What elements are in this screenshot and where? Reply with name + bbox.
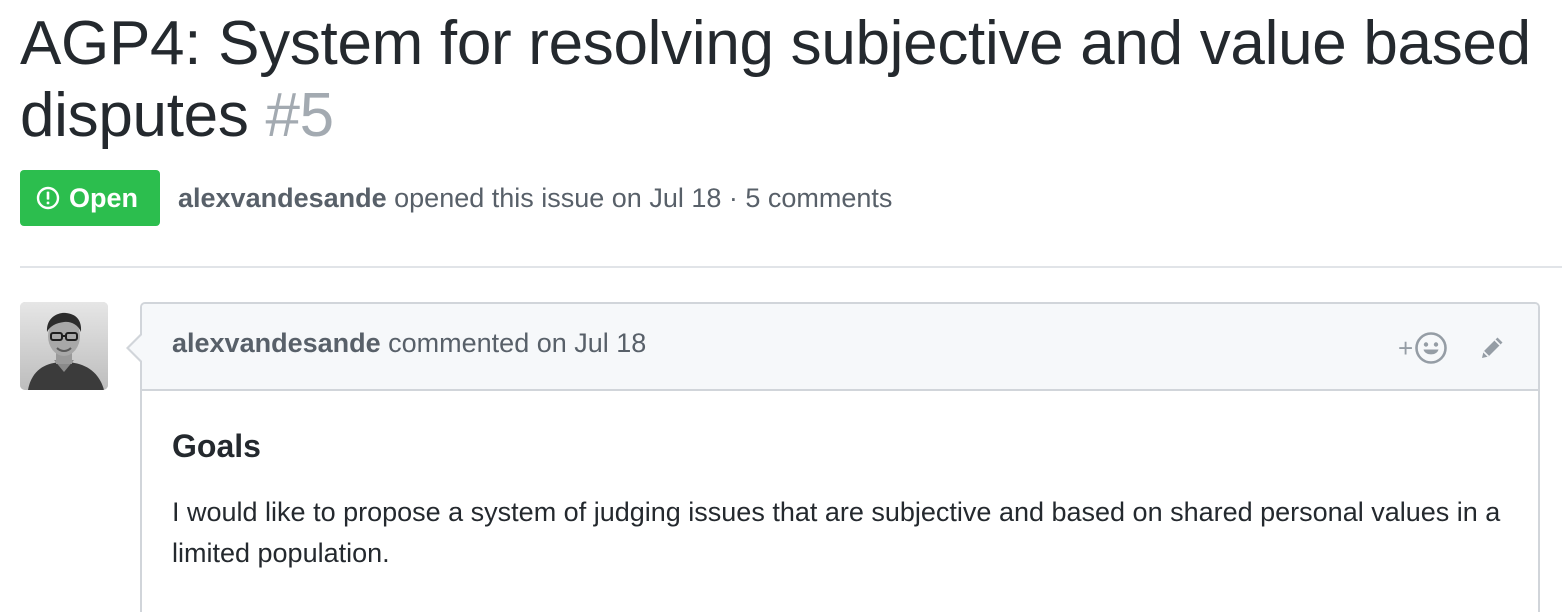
comment: alexvandesande commented on Jul 18 + Goa… — [140, 302, 1540, 612]
add-reaction-button[interactable]: + — [1398, 328, 1454, 368]
issue-opened-icon — [36, 186, 60, 210]
reaction-plus: + — [1398, 333, 1414, 363]
comment-action-text: commented on Jul 18 — [388, 328, 647, 358]
comment-pointer — [129, 334, 143, 362]
comment-body-heading: Goals — [172, 428, 261, 464]
avatar-photo — [20, 302, 108, 390]
issue-meta: Open alexvandesande opened this issue on… — [20, 170, 892, 226]
issue-title: AGP4: System for resolving subjective an… — [20, 8, 1540, 152]
issue-page: AGP4: System for resolving subjective an… — [0, 0, 1562, 612]
comment-body-paragraph: I would like to propose a system of judg… — [172, 497, 1501, 568]
comment-header: alexvandesande commented on Jul 18 + — [142, 304, 1538, 391]
issue-meta-text: alexvandesande opened this issue on Jul … — [178, 183, 892, 214]
issue-author-link[interactable]: alexvandesande — [178, 183, 387, 213]
pencil-icon — [1482, 337, 1503, 358]
issue-opened-text: opened this issue on Jul 18 · 5 comments — [394, 182, 893, 213]
issue-title-text: AGP4: System for resolving subjective an… — [20, 9, 1531, 150]
comment-body: Goals I would like to propose a system o… — [172, 422, 1512, 574]
comment-header-text: alexvandesande commented on Jul 18 — [172, 328, 646, 359]
issue-state-badge: Open — [20, 170, 160, 226]
issue-state-label: Open — [69, 182, 139, 213]
issue-number: #5 — [265, 81, 334, 150]
avatar[interactable] — [20, 302, 108, 390]
header-divider — [20, 266, 1562, 268]
comment-author-link[interactable]: alexvandesande — [172, 328, 381, 358]
edit-comment-button[interactable] — [1476, 332, 1508, 364]
add-reaction-icon — [1415, 332, 1447, 364]
